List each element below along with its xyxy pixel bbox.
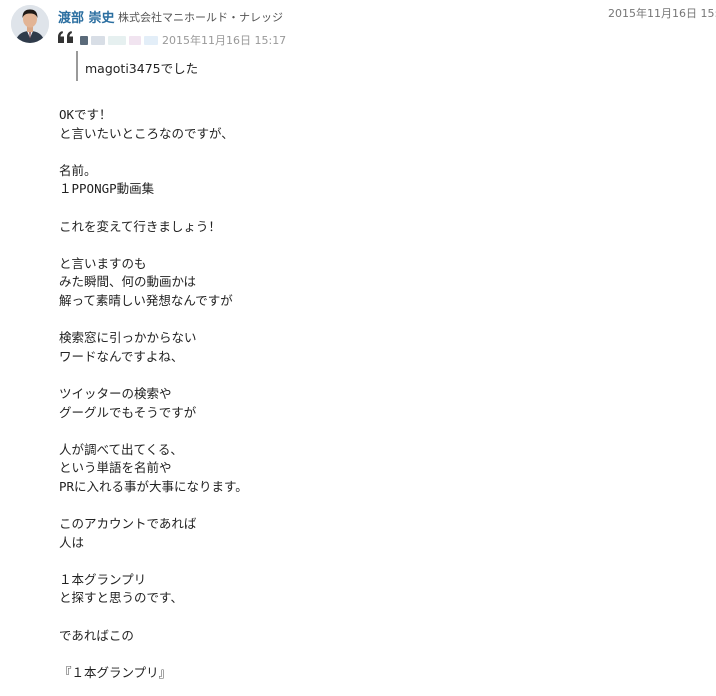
- quote-icon: [58, 31, 73, 43]
- quote-timestamp: 2015年11月16日 15:17: [162, 34, 287, 47]
- quoted-author-redacted: [80, 34, 158, 46]
- author-name[interactable]: 渡部 崇史: [58, 7, 115, 26]
- quoted-text: magoti3475でした: [85, 61, 199, 76]
- author-company: 株式会社マニホールド・ナレッジ: [118, 11, 283, 24]
- comment-post: 渡部 崇史 株式会社マニホールド・ナレッジ 2015年11月16日 15:50 …: [0, 0, 716, 696]
- post-timestamp: 2015年11月16日 15:50: [608, 7, 716, 20]
- comment-body: OKです！ と言いたいところなのですが、 名前。 １PPONGP動画集 これを変…: [59, 107, 248, 680]
- avatar-photo: [11, 5, 49, 43]
- quote-bar: [76, 51, 78, 81]
- avatar[interactable]: [11, 5, 49, 43]
